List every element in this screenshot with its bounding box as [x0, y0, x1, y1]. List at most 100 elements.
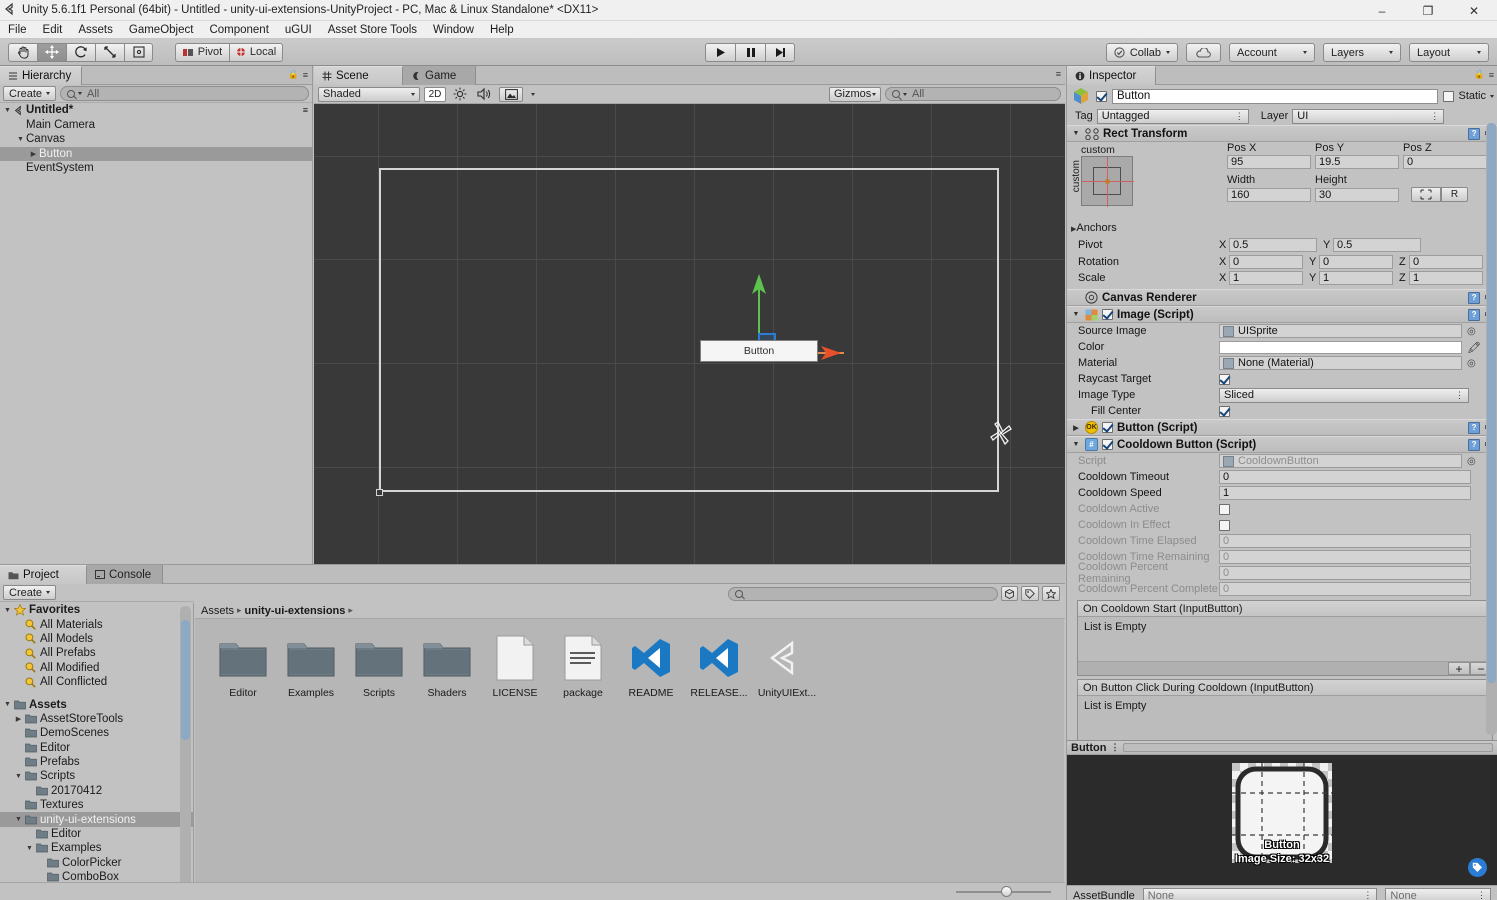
gizmo-x-arrow[interactable] [819, 344, 841, 362]
layer-dropdown[interactable]: UI ⋮ [1292, 108, 1445, 124]
static-toggle[interactable]: Static [1443, 90, 1494, 102]
object-active-checkbox[interactable] [1096, 90, 1107, 102]
material-object-field[interactable]: None (Material) [1219, 356, 1462, 370]
canvas-resize-handle[interactable] [376, 489, 383, 496]
scene-search-input[interactable]: All [885, 87, 1061, 101]
local-toggle[interactable]: Local [229, 42, 283, 62]
scene-root-row[interactable]: ▼ Untitled* ≡ [0, 103, 312, 118]
layout-button[interactable]: Layout [1409, 43, 1489, 62]
component-header-rect-transform[interactable]: ▼ Rect Transform ? ⚙ [1067, 125, 1497, 142]
asset-item[interactable]: package [549, 633, 617, 699]
component-header-cooldown-button[interactable]: ▼ # Cooldown Button (Script) ? ⚙ [1067, 436, 1497, 453]
assetbundle-dropdown[interactable]: None ⋮ [1142, 888, 1378, 900]
pivot-y-input[interactable]: 0.5 [1333, 238, 1421, 252]
scene-viewport[interactable]: Button [314, 104, 1065, 565]
scale-y-input[interactable]: 1 [1319, 271, 1393, 285]
tab-console[interactable]: Console [87, 565, 163, 584]
tab-inspector[interactable]: Inspector [1067, 66, 1156, 85]
asset-item[interactable]: UnityUIExt... [753, 633, 821, 699]
asset-zoom-slider[interactable] [956, 885, 1051, 899]
cooldown-in-effect-checkbox[interactable] [1219, 519, 1230, 531]
menu-item-assets[interactable]: Assets [70, 21, 121, 39]
cloud-button[interactable] [1186, 43, 1221, 62]
shading-mode-dropdown[interactable]: Shaded [318, 86, 420, 102]
project-tree-item-textures[interactable]: Textures [0, 798, 193, 812]
object-picker-icon[interactable]: ◎ [1467, 326, 1476, 337]
hierarchy-item-button[interactable]: ▶ Button [0, 146, 312, 161]
hierarchy-item-canvas[interactable]: ▼ Canvas [0, 132, 312, 147]
menu-item-help[interactable]: Help [482, 21, 522, 39]
help-icon[interactable]: ? [1468, 421, 1481, 434]
cooldown-timeout-input[interactable]: 0 [1219, 470, 1471, 484]
toggle-2d-button[interactable]: 2D [424, 86, 446, 102]
cooldown-enabled-checkbox[interactable] [1102, 439, 1113, 450]
asset-grid[interactable]: Editor Examples Scripts Shaders LICENSE packa… [195, 619, 1064, 896]
chevron-right-icon[interactable]: ▶ [28, 150, 39, 158]
pos-x-input[interactable]: 95 [1227, 155, 1311, 169]
raw-edit-button[interactable]: R [1441, 187, 1468, 202]
hierarchy-item-eventsystem[interactable]: EventSystem [0, 161, 312, 176]
help-icon[interactable]: ? [1468, 438, 1481, 451]
component-header-button-script[interactable]: ▶ OK Button (Script) ? ⚙ [1067, 419, 1497, 436]
breadcrumb-item[interactable]: unity-ui-extensions [245, 605, 346, 617]
rotate-tool-button[interactable] [66, 42, 95, 62]
menu-item-window[interactable]: Window [425, 21, 482, 39]
play-button[interactable] [705, 43, 735, 62]
menu-item-edit[interactable]: Edit [35, 21, 71, 39]
hand-tool-button[interactable] [8, 42, 37, 62]
breadcrumb-item[interactable]: Assets [201, 605, 234, 617]
project-tree-item-prefabs[interactable]: Prefabs [0, 755, 193, 769]
object-name-input[interactable]: Button [1112, 88, 1439, 104]
project-tree-item-all-modified[interactable]: All Modified [0, 661, 193, 675]
rotation-z-input[interactable]: 0 [1409, 255, 1483, 269]
chevron-down-icon[interactable]: ▼ [1071, 311, 1081, 318]
project-tree-item-assets[interactable]: ▼ Assets [0, 697, 193, 711]
cooldown-percent-complete-input[interactable]: 0 [1219, 582, 1471, 596]
maximize-button[interactable]: ❐ [1405, 0, 1451, 21]
effects-toggle[interactable] [499, 86, 523, 102]
eyedropper-icon[interactable]: 🖍 [1467, 341, 1481, 354]
cooldown-time-remaining-input[interactable]: 0 [1219, 550, 1471, 564]
favorite-button[interactable] [1042, 586, 1060, 601]
raycast-target-checkbox[interactable] [1219, 373, 1230, 385]
project-tree-item-all-materials[interactable]: All Materials [0, 617, 193, 631]
help-icon[interactable]: ? [1468, 308, 1481, 321]
zoom-knob[interactable] [1001, 885, 1012, 897]
cooldown-time-elapsed-input[interactable]: 0 [1219, 534, 1471, 548]
script-object-field[interactable]: CooldownButton [1219, 454, 1462, 468]
rect-tool-button[interactable] [124, 42, 153, 62]
button-enabled-checkbox[interactable] [1102, 422, 1113, 433]
close-button[interactable]: ✕ [1451, 0, 1497, 21]
step-button[interactable] [765, 43, 795, 62]
help-icon[interactable]: ? [1468, 291, 1481, 304]
minimize-button[interactable]: – [1359, 0, 1405, 21]
assetbundle-variant-dropdown[interactable]: None ⋮ [1385, 888, 1491, 900]
layers-button[interactable]: Layers [1323, 43, 1401, 62]
chevron-down-icon[interactable]: ▼ [24, 845, 35, 852]
project-tree-item-favorites[interactable]: ▼ Favorites [0, 603, 193, 617]
static-checkbox[interactable] [1443, 90, 1455, 102]
chevron-down-icon[interactable] [1490, 94, 1494, 98]
project-tree-item-assetstoretools[interactable]: ▶ AssetStoreTools [0, 712, 193, 726]
chevron-down-icon[interactable]: ▼ [13, 773, 24, 780]
asset-item[interactable]: RELEASE... [685, 633, 753, 699]
updown-icon[interactable]: ⋮ [1110, 742, 1119, 753]
filter-type-button[interactable] [1001, 586, 1018, 601]
move-tool-button[interactable] [37, 42, 66, 62]
height-input[interactable]: 30 [1315, 187, 1399, 202]
pos-y-input[interactable]: 19.5 [1315, 155, 1399, 169]
project-tree-item-all-models[interactable]: All Models [0, 632, 193, 646]
scale-x-input[interactable]: 1 [1229, 271, 1303, 285]
project-tree-item-unity-ui-extensions[interactable]: ▼ unity-ui-extensions [0, 812, 193, 827]
hierarchy-search-input[interactable]: All [60, 86, 309, 101]
scale-tool-button[interactable] [95, 42, 124, 62]
menu-item-component[interactable]: Component [201, 21, 276, 39]
chevron-down-icon[interactable]: ▼ [2, 701, 13, 708]
hierarchy-item-main-camera[interactable]: Main Camera [0, 118, 312, 133]
project-tree-item-demoscenes[interactable]: DemoScenes [0, 726, 193, 740]
project-create-button[interactable]: Create [3, 585, 57, 600]
tab-scene[interactable]: Scene [314, 66, 403, 85]
preview-drag-bar[interactable] [1123, 743, 1493, 752]
effects-dropdown[interactable] [527, 87, 538, 102]
tab-hierarchy[interactable]: Hierarchy [0, 66, 83, 85]
